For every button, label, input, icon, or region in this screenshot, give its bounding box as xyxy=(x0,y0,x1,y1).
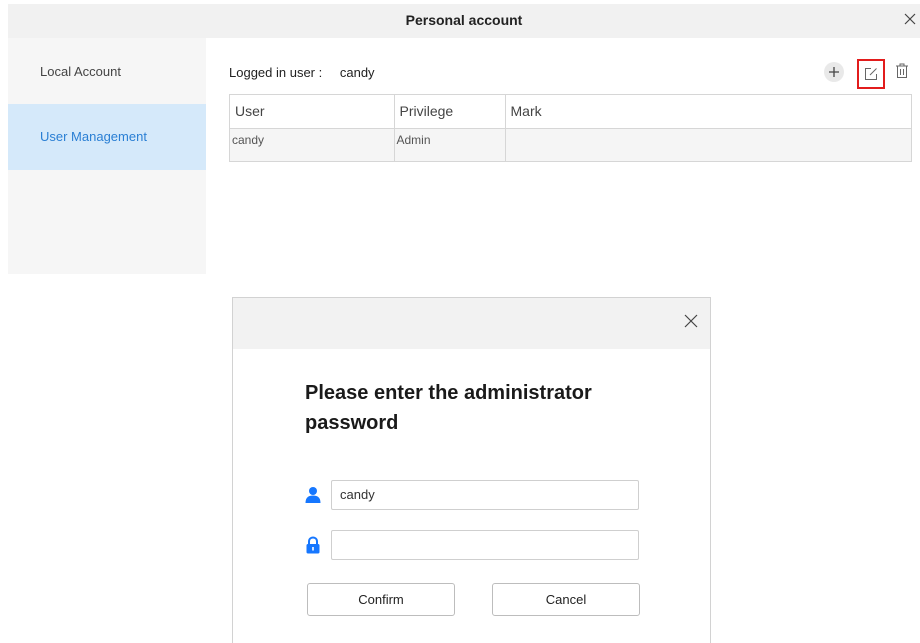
logged-in-label: Logged in user : xyxy=(229,65,323,80)
add-user-button[interactable] xyxy=(824,62,844,82)
plus-icon xyxy=(829,67,839,77)
column-header-privilege: Privilege xyxy=(394,95,506,129)
user-icon xyxy=(305,487,321,503)
cell-mark xyxy=(505,128,911,161)
sidebar: Local Account User Management xyxy=(8,38,206,274)
dialog-heading: Please enter the administrator password xyxy=(305,382,592,434)
cell-user: candy xyxy=(230,128,395,161)
window-titlebar: Personal account xyxy=(8,4,920,38)
table-header-row: User Privilege Mark xyxy=(230,95,911,129)
admin-password-dialog: Please enter the administrator password … xyxy=(232,297,711,643)
table-row[interactable]: candy Admin xyxy=(230,128,911,161)
logged-in-username: candy xyxy=(339,65,375,80)
close-icon xyxy=(904,13,916,25)
users-table: User Privilege Mark candy Admin xyxy=(229,94,912,162)
window-title: Personal account xyxy=(405,12,523,28)
edit-icon xyxy=(865,68,877,80)
username-field[interactable]: candy xyxy=(331,480,639,510)
column-header-mark: Mark xyxy=(505,95,911,129)
cancel-button[interactable]: Cancel xyxy=(492,583,640,616)
sidebar-item-local-account[interactable]: Local Account xyxy=(8,38,206,104)
window-close-button[interactable] xyxy=(904,7,920,31)
cell-privilege: Admin xyxy=(394,128,506,161)
dialog-header xyxy=(233,298,710,349)
logged-in-user: Logged in user : candy xyxy=(229,65,375,80)
password-field[interactable] xyxy=(331,530,639,560)
confirm-button[interactable]: Confirm xyxy=(307,583,455,616)
delete-user-button[interactable] xyxy=(891,60,913,82)
sidebar-item-user-management[interactable]: User Management xyxy=(8,104,206,170)
edit-user-button[interactable] xyxy=(857,59,885,89)
column-header-user: User xyxy=(230,95,395,129)
close-icon xyxy=(684,314,698,328)
dialog-close-button[interactable] xyxy=(680,310,702,332)
lock-icon xyxy=(306,536,320,554)
trash-icon xyxy=(896,63,908,78)
